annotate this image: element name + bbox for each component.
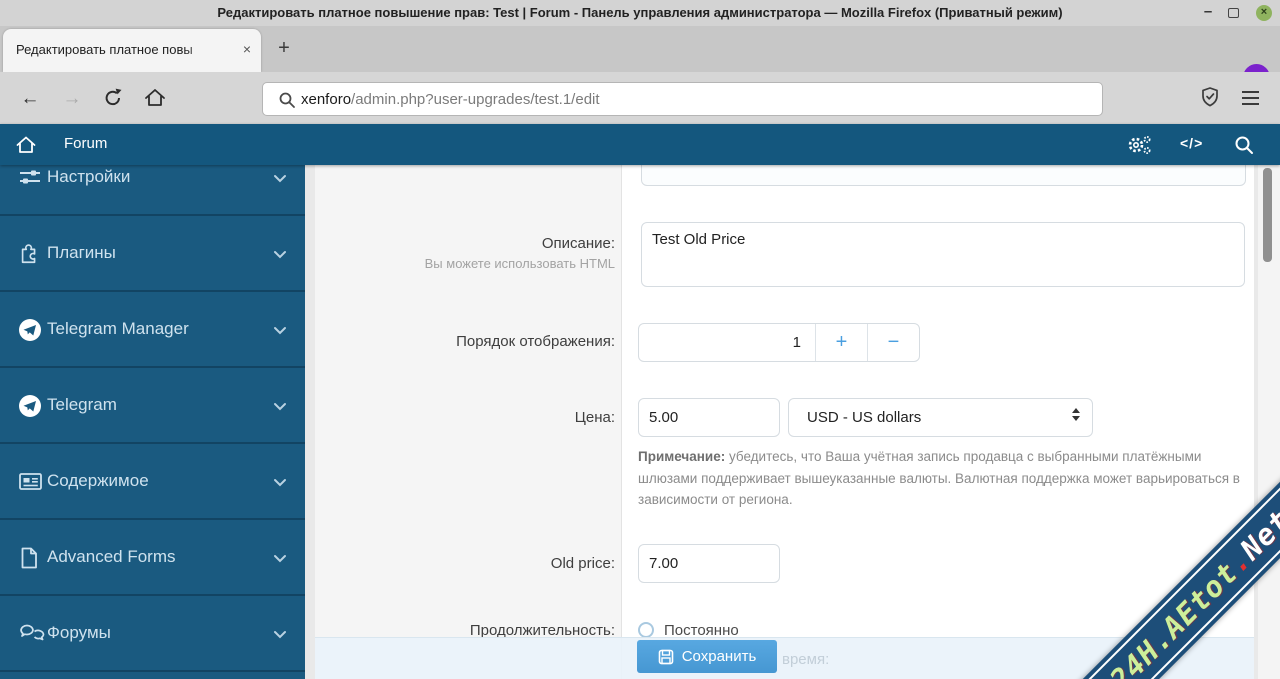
- sidebar-item-telegram[interactable]: Telegram: [0, 366, 305, 442]
- tab-title: Редактировать платное повы: [16, 42, 193, 57]
- sidebar-item-plugins[interactable]: Плагины: [0, 214, 305, 290]
- comments-icon: [18, 622, 46, 644]
- url-path: /admin.php?user-upgrades/test.1/edit: [351, 91, 600, 108]
- edit-upgrade-form: Описание: Вы можете использовать HTML Te…: [315, 165, 1254, 679]
- newspaper-icon: [18, 470, 44, 492]
- sidebar-item-content[interactable]: Содержимое: [0, 442, 305, 518]
- admin-home-icon[interactable]: [14, 133, 38, 157]
- sidebar-item-telegram-manager[interactable]: Telegram Manager: [0, 290, 305, 366]
- url-host: xenforo: [301, 91, 351, 108]
- sliders-icon: [18, 166, 42, 188]
- save-icon: [658, 649, 674, 665]
- save-button-label: Сохранить: [682, 648, 757, 665]
- maximize-button[interactable]: [1228, 8, 1239, 18]
- admin-navbar: Forum </>: [0, 124, 1280, 165]
- new-tab-button[interactable]: +: [272, 37, 296, 61]
- chevron-down-icon: [273, 554, 287, 563]
- duration-permanent-radio[interactable]: [638, 622, 654, 638]
- search-icon: [277, 90, 297, 110]
- home-icon[interactable]: [142, 85, 170, 111]
- browser-toolbar: ← → xenforo/admin.php?user-upgrades/test…: [0, 72, 1280, 124]
- chevron-down-icon: [273, 326, 287, 335]
- code-icon[interactable]: </>: [1180, 135, 1203, 151]
- sidebar-item-forums[interactable]: Форумы: [0, 594, 305, 670]
- tab-title-fade: [184, 41, 234, 59]
- admin-sidebar: Настройки Плагины Telegram Manager Teleg…: [0, 124, 305, 679]
- settings-gears-icon[interactable]: [1127, 134, 1153, 156]
- forum-brand-link[interactable]: Forum: [64, 135, 107, 152]
- price-label: Цена:: [315, 409, 615, 426]
- increment-button[interactable]: +: [815, 324, 867, 361]
- price-note: Примечание: убедитесь, что Ваша учётная …: [638, 446, 1250, 511]
- chevron-down-icon: [273, 250, 287, 259]
- navbar-search-icon[interactable]: [1233, 134, 1255, 156]
- currency-selected-value: USD - US dollars: [807, 409, 921, 426]
- chevron-down-icon: [273, 630, 287, 639]
- file-icon: [18, 546, 40, 570]
- currency-select[interactable]: USD - US dollars: [788, 398, 1093, 437]
- telegram-icon: [18, 318, 42, 342]
- chevron-down-icon: [273, 402, 287, 411]
- display-order-stepper: + −: [638, 323, 920, 362]
- back-button[interactable]: ←: [16, 86, 44, 112]
- description-hint: Вы можете использовать HTML: [315, 256, 615, 271]
- browser-tab[interactable]: Редактировать платное повы ×: [3, 29, 261, 72]
- puzzle-icon: [18, 242, 42, 266]
- hamburger-menu-icon[interactable]: [1242, 87, 1264, 107]
- tab-close-icon[interactable]: ×: [237, 40, 257, 60]
- minimize-button[interactable]: –: [1198, 0, 1218, 26]
- decrement-button[interactable]: −: [867, 324, 919, 361]
- price-input[interactable]: [638, 398, 780, 437]
- forward-button[interactable]: →: [58, 86, 86, 112]
- chevron-down-icon: [273, 478, 287, 487]
- sidebar-item-partial[interactable]: [0, 670, 305, 679]
- window-titlebar: Редактировать платное повышение прав: Te…: [0, 0, 1280, 26]
- display-order-label: Порядок отображения:: [315, 333, 615, 350]
- window-title: Редактировать платное повышение прав: Te…: [0, 0, 1280, 26]
- old-price-input[interactable]: [638, 544, 780, 583]
- save-button[interactable]: Сохранить: [637, 640, 777, 673]
- description-label: Описание:: [315, 235, 615, 252]
- title-input-partial[interactable]: [641, 165, 1246, 186]
- reload-icon[interactable]: [100, 85, 128, 111]
- old-price-label: Old price:: [315, 555, 615, 572]
- description-textarea[interactable]: Test Old Price: [641, 222, 1245, 287]
- sidebar-item-advanced-forms[interactable]: Advanced Forms: [0, 518, 305, 594]
- close-button[interactable]: ×: [1256, 5, 1272, 21]
- display-order-input[interactable]: [639, 324, 815, 361]
- shield-icon[interactable]: [1198, 84, 1222, 110]
- telegram-icon: [18, 394, 42, 418]
- url-bar[interactable]: xenforo/admin.php?user-upgrades/test.1/e…: [262, 82, 1103, 116]
- scrollbar-thumb[interactable]: [1263, 168, 1272, 262]
- tab-bar: Редактировать платное повы × +: [0, 26, 1280, 72]
- url-text: xenforo/admin.php?user-upgrades/test.1/e…: [301, 91, 600, 108]
- select-arrows-icon: [1072, 408, 1080, 421]
- duration-partial-text: время:: [782, 651, 829, 668]
- chevron-down-icon: [273, 174, 287, 183]
